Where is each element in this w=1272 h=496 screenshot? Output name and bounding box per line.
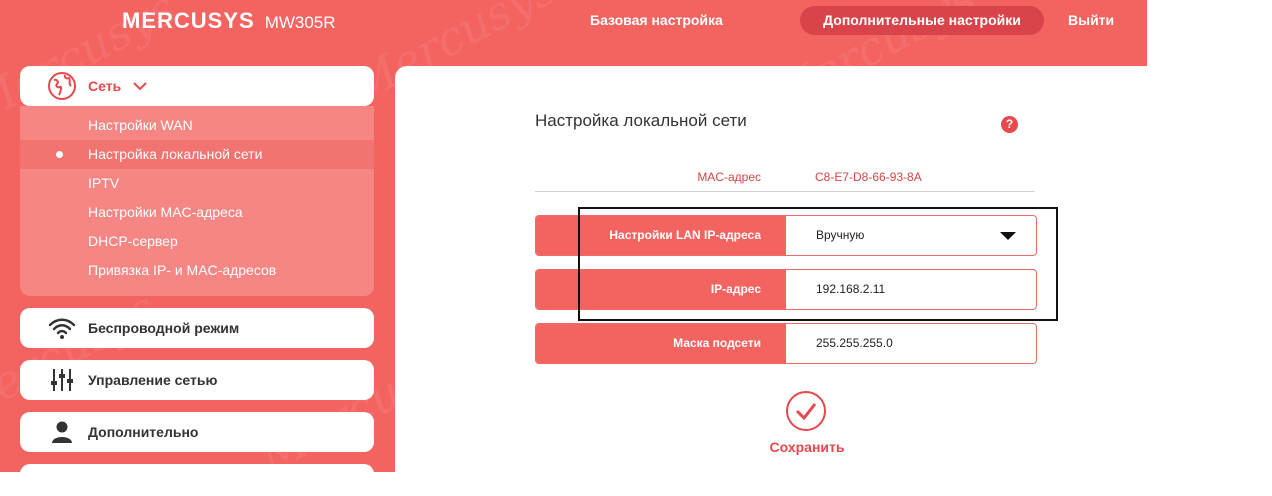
ip-address-row: IP-адрес 192.168.2.11 (535, 269, 1037, 310)
router-admin-frame: Mercusys Mercusys Mercusys Mercusys Merc… (0, 0, 1147, 472)
nav-basic-settings[interactable]: Базовая настройка (580, 7, 733, 33)
lan-ip-settings-select[interactable]: Вручную (786, 216, 1036, 255)
sidebar-item-advanced[interactable]: Дополнительно (20, 412, 374, 452)
ip-address-input[interactable]: 192.168.2.11 (786, 270, 1036, 309)
subnet-mask-row: Маска подсети 255.255.255.0 (535, 323, 1037, 364)
subnet-mask-label: Маска подсети (536, 324, 786, 363)
submenu-item-label: Настройки MAC-адреса (88, 204, 243, 220)
submenu-item-label: Привязка IP- и MAC-адресов (88, 262, 277, 278)
network-submenu: Настройки WAN Настройка локальной сети I… (20, 106, 374, 296)
main-panel: Настройка локальной сети ? MAC-адрес C8-… (395, 66, 1147, 472)
sidebar-item-network-control[interactable]: Управление сетью (20, 360, 374, 400)
submenu-item-mac-settings[interactable]: Настройки MAC-адреса (20, 198, 374, 227)
submenu-item-lan[interactable]: Настройка локальной сети (20, 140, 374, 169)
sidebar-item-network[interactable]: Сеть (20, 66, 374, 106)
watermark: Mercusys (0, 280, 165, 434)
lan-ip-settings-row: Настройки LAN IP-адреса Вручную (535, 215, 1037, 256)
submenu-item-label: Настройки WAN (88, 117, 193, 133)
brand-name: MERCUSYS (122, 8, 255, 33)
submenu-item-label: DHCP-сервер (88, 233, 178, 249)
globe-icon (46, 70, 78, 102)
active-indicator (56, 151, 63, 158)
sliders-icon (46, 364, 78, 396)
sidebar-item-next[interactable] (20, 464, 374, 472)
model-name: MW305R (264, 13, 336, 32)
sidebar-item-label: Сеть (88, 78, 122, 94)
save-button[interactable]: Сохранить (755, 439, 859, 455)
user-icon (46, 416, 78, 448)
wifi-icon (46, 312, 78, 344)
sidebar-item-wireless[interactable]: Беспроводной режим (20, 308, 374, 348)
sidebar-item-label: Дополнительно (88, 424, 199, 440)
logout-button[interactable]: Выйти (1060, 7, 1122, 33)
help-icon[interactable]: ? (1001, 116, 1018, 133)
sidebar-item-label: Беспроводной режим (88, 320, 240, 336)
chevron-down-icon (133, 81, 147, 91)
divider (535, 191, 1035, 192)
dropdown-caret-icon (1000, 232, 1016, 240)
subnet-mask-input[interactable]: 255.255.255.0 (786, 324, 1036, 363)
checkmark-icon[interactable] (786, 391, 826, 431)
brand-logo: MERCUSYS MW305R (122, 8, 336, 34)
submenu-item-ip-mac-binding[interactable]: Привязка IP- и MAC-адресов (20, 256, 374, 285)
page-title: Настройка локальной сети (535, 111, 747, 130)
sidebar-item-label: Управление сетью (88, 372, 218, 388)
ip-address-label: IP-адрес (536, 270, 786, 309)
nav-advanced-settings[interactable]: Дополнительные настройки (800, 6, 1044, 35)
submenu-item-label: Настройка локальной сети (88, 146, 263, 162)
mac-address-label: MAC-адрес (697, 170, 761, 184)
submenu-item-wan[interactable]: Настройки WAN (20, 111, 374, 140)
submenu-item-label: IPTV (88, 175, 120, 191)
lan-ip-settings-value: Вручную (816, 228, 865, 242)
submenu-item-dhcp-server[interactable]: DHCP-сервер (20, 227, 374, 256)
lan-ip-settings-label: Настройки LAN IP-адреса (536, 216, 786, 255)
mac-address-value: C8-E7-D8-66-93-8A (815, 170, 922, 184)
submenu-item-iptv[interactable]: IPTV (20, 169, 374, 198)
